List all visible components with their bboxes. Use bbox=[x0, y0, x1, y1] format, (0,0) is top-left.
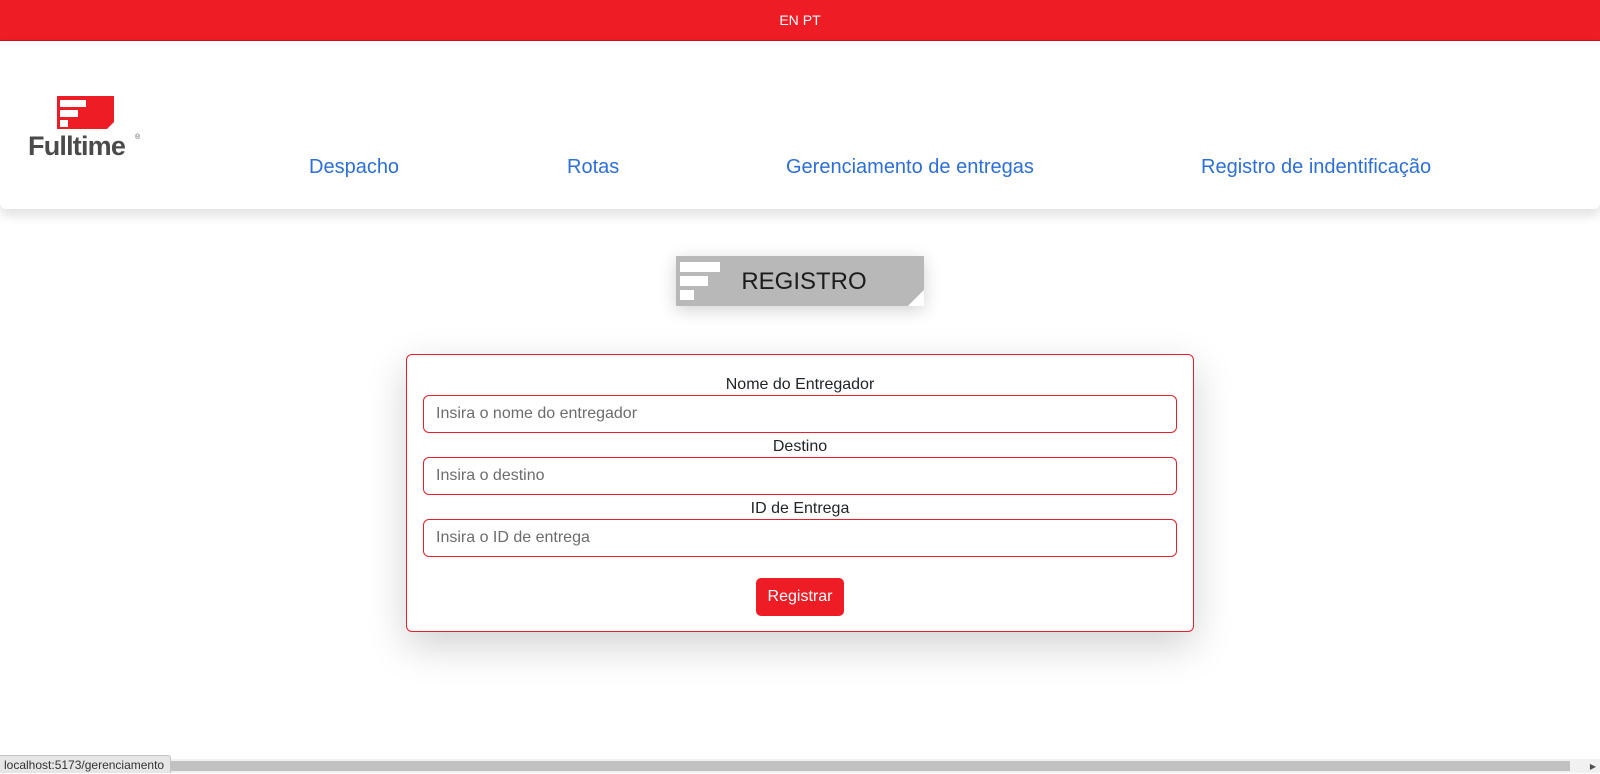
banner-bar-icon bbox=[680, 262, 720, 272]
language-bar: EN PT bbox=[0, 0, 1600, 41]
lang-pt-link[interactable]: PT bbox=[803, 12, 821, 28]
banner-bar-icon bbox=[680, 290, 694, 300]
nav-rotas[interactable]: Rotas bbox=[567, 156, 619, 179]
delivery-person-label: Nome do Entregador bbox=[725, 376, 875, 393]
horizontal-scrollbar[interactable]: ▶ bbox=[0, 759, 1600, 773]
main-navbar: Fulltime ® Despacho Rotas Gerenciamento … bbox=[0, 41, 1600, 209]
scrollbar-thumb[interactable] bbox=[0, 761, 1570, 771]
registro-banner: REGISTRO bbox=[676, 256, 924, 306]
status-bar-url: localhost:5173/gerenciamento bbox=[0, 755, 172, 773]
nav-gerenciamento-entregas[interactable]: Gerenciamento de entregas bbox=[786, 156, 1034, 179]
delivery-person-input[interactable] bbox=[423, 395, 1177, 433]
lang-en-link[interactable]: EN bbox=[779, 12, 798, 28]
fulltime-logo-icon bbox=[57, 96, 114, 129]
destination-input[interactable] bbox=[423, 457, 1177, 495]
banner-title: REGISTRO bbox=[741, 268, 866, 295]
scroll-right-arrow-icon[interactable]: ▶ bbox=[1586, 759, 1600, 773]
destination-label: Destino bbox=[772, 438, 828, 455]
delivery-id-input[interactable] bbox=[423, 519, 1177, 557]
brand-name: Fulltime bbox=[28, 131, 126, 161]
nav-registro-identificacao[interactable]: Registro de indentificação bbox=[1201, 156, 1431, 179]
register-button[interactable]: Registrar bbox=[756, 578, 844, 616]
nav-despacho[interactable]: Despacho bbox=[309, 156, 399, 179]
banner-bar-icon bbox=[680, 276, 708, 286]
delivery-id-label: ID de Entrega bbox=[750, 500, 850, 517]
registered-mark: ® bbox=[135, 134, 141, 141]
fulltime-logo[interactable]: Fulltime ® bbox=[28, 96, 146, 162]
registration-form: Nome do Entregador Destino ID de Entrega… bbox=[406, 354, 1194, 632]
